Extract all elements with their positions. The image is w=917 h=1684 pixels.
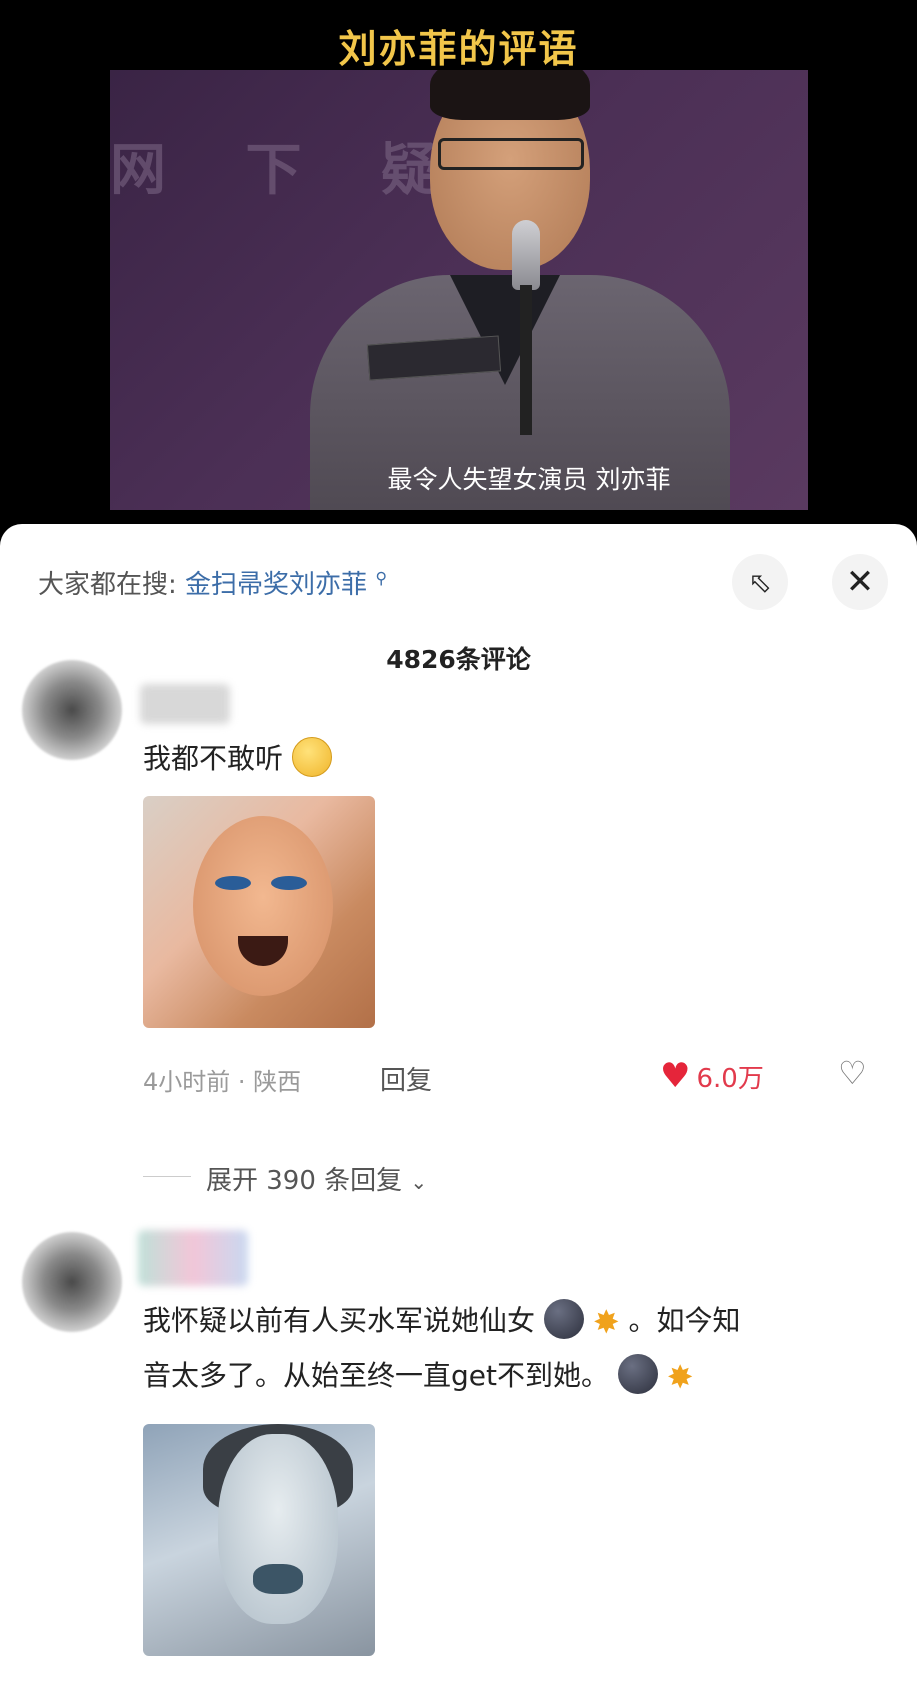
reply-button[interactable]: 回复 [380,1060,432,1097]
pray-emoji: ✸ [666,1358,694,1396]
dark-face-emoji [543,1299,584,1339]
username-blurred[interactable] [140,684,230,724]
speaker-hair [430,70,590,120]
comment-image[interactable] [143,1424,375,1656]
chevron-down-icon: ⌄ [410,1170,428,1194]
comment-text-content: 我都不敢听 [143,742,284,775]
avatar[interactable] [22,660,122,760]
expand-divider [143,1176,191,1177]
comment-text-line2: 音太多了。从始至终一直get不到她。 [143,1359,609,1392]
comment-text-line1-end: 。如今知 [628,1304,741,1337]
video-frame[interactable]: 网 下 疑 最令人失望女演员 刘亦菲 [110,70,808,510]
search-icon: ⚲ [375,568,388,588]
close-icon: ✕ [845,562,875,602]
image-mouth [253,1564,303,1594]
image-eye-left [215,876,251,890]
comment-meta: 4小时前 · 陕西 [143,1068,302,1096]
search-link[interactable]: 金扫帚奖刘亦菲 [185,570,367,600]
comment-text-line1: 我怀疑以前有人买水军说她仙女 [143,1304,536,1337]
like-count: 6.0万 [696,1063,764,1094]
video-area[interactable]: 刘亦菲的评语 网 下 疑 最令人失望女演员 刘亦菲 [0,0,917,530]
video-background-text: 网 下 疑 [110,138,467,203]
expand-icon: ⬁ [748,565,772,599]
comment-text: 我怀疑以前有人买水军说她仙女 ✸ 。如今知 音太多了。从始至终一直get不到她。… [143,1294,741,1404]
close-button[interactable]: ✕ [832,554,888,610]
dislike-button[interactable]: ♡ [838,1054,867,1092]
microphone [512,220,540,290]
trending-search[interactable]: 大家都在搜: 金扫帚奖刘亦菲 ⚲ [38,564,387,601]
username-blurred[interactable] [138,1230,248,1286]
comment-sheet: 大家都在搜: 金扫帚奖刘亦菲 ⚲ ⬁ ✕ 4826条评论 我都不敢听 4小时前 … [0,524,917,1684]
comment-text: 我都不敢听 [143,732,332,786]
heart-icon: ♥ [660,1056,691,1096]
microphone-handle [520,285,532,435]
comment-count: 4826条评论 [386,645,531,674]
comment-image[interactable] [143,796,375,1028]
image-eye-right [271,876,307,890]
speaker-glasses [438,138,584,170]
expand-replies[interactable]: 展开 390 条回复 ⌄ [206,1160,427,1197]
image-face [193,816,333,996]
dizzy-face-emoji [291,737,332,777]
like-button[interactable]: ♥ 6.0万 [660,1056,764,1096]
pray-emoji: ✸ [592,1303,620,1341]
image-face [218,1434,338,1624]
video-title: 刘亦菲的评语 [338,27,579,71]
expand-replies-label: 展开 390 条回复 [206,1166,403,1196]
video-subtitle: 最令人失望女演员 刘亦菲 [387,465,671,494]
broken-heart-icon: ♡ [838,1054,867,1092]
dark-face-emoji [617,1354,658,1394]
avatar[interactable] [22,1232,122,1332]
search-prefix: 大家都在搜: [38,570,177,600]
expand-button[interactable]: ⬁ [732,554,788,610]
